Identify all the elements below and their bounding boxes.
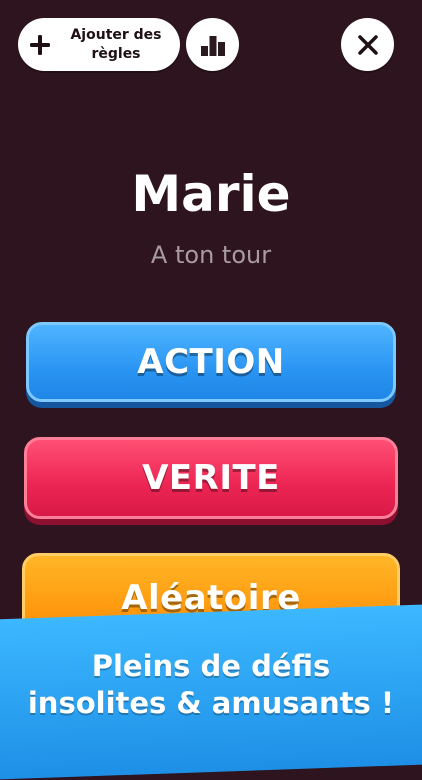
add-rules-button[interactable]: Ajouter des règles — [18, 18, 180, 71]
promo-text: Pleins de défis insolites & amusants ! — [0, 648, 422, 722]
action-button[interactable]: ACTION — [26, 322, 396, 402]
add-rules-label: Ajouter des règles — [70, 26, 162, 62]
close-icon — [357, 34, 378, 55]
promo-line-2: insolites & amusants ! — [27, 686, 395, 720]
player-name: Marie — [131, 165, 291, 223]
plus-icon — [30, 34, 50, 55]
bar-chart-icon — [200, 35, 225, 56]
close-button[interactable] — [341, 18, 394, 71]
stats-button[interactable] — [186, 18, 239, 71]
promo-line-1: Pleins de défis — [91, 649, 331, 683]
turn-label: A ton tour — [150, 241, 272, 269]
truth-button[interactable]: VERITE — [24, 437, 398, 519]
